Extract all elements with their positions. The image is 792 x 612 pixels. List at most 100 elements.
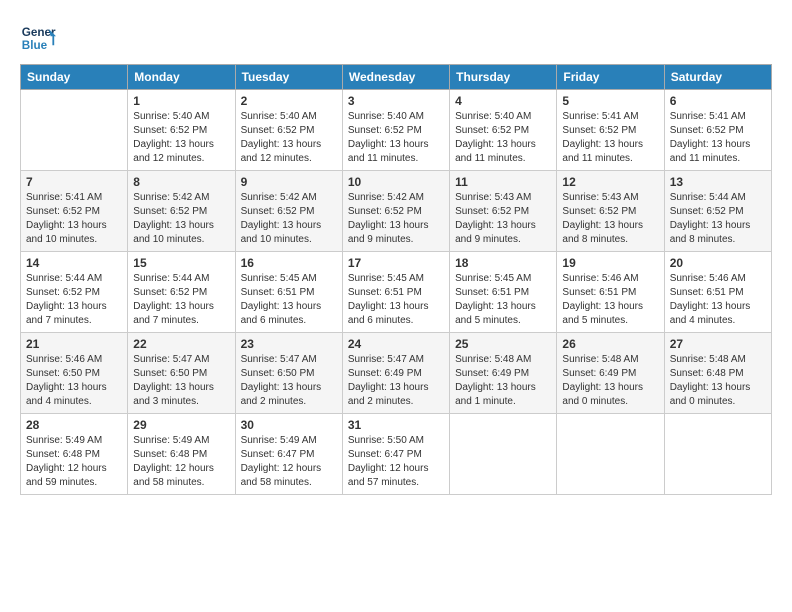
calendar-cell: 4 Sunrise: 5:40 AM Sunset: 6:52 PM Daylig… <box>450 90 557 171</box>
calendar-cell: 15 Sunrise: 5:44 AM Sunset: 6:52 PM Dayli… <box>128 252 235 333</box>
calendar-cell <box>450 414 557 495</box>
day-info: Sunrise: 5:40 AM Sunset: 6:52 PM Dayligh… <box>455 110 551 166</box>
day-number: 4 <box>455 94 551 108</box>
day-number: 3 <box>348 94 444 108</box>
calendar-cell: 19 Sunrise: 5:46 AM Sunset: 6:51 PM Dayli… <box>557 252 664 333</box>
day-number: 31 <box>348 418 444 432</box>
day-number: 2 <box>241 94 337 108</box>
day-info: Sunrise: 5:41 AM Sunset: 6:52 PM Dayligh… <box>670 110 766 166</box>
day-number: 15 <box>133 256 229 270</box>
day-info: Sunrise: 5:44 AM Sunset: 6:52 PM Dayligh… <box>26 272 122 328</box>
calendar-cell: 17 Sunrise: 5:45 AM Sunset: 6:51 PM Dayli… <box>342 252 449 333</box>
day-info: Sunrise: 5:46 AM Sunset: 6:50 PM Dayligh… <box>26 353 122 409</box>
svg-text:Blue: Blue <box>22 39 48 52</box>
calendar-cell: 1Sunrise: 5:40 AM Sunset: 6:52 PM Daylig… <box>128 90 235 171</box>
calendar-cell: 16 Sunrise: 5:45 AM Sunset: 6:51 PM Dayli… <box>235 252 342 333</box>
calendar-cell: 28 Sunrise: 5:49 AM Sunset: 6:48 PM Dayli… <box>21 414 128 495</box>
day-info: Sunrise: 5:44 AM Sunset: 6:52 PM Dayligh… <box>133 272 229 328</box>
day-number: 10 <box>348 175 444 189</box>
calendar-cell <box>557 414 664 495</box>
header-cell-thursday: Thursday <box>450 65 557 90</box>
day-number: 8 <box>133 175 229 189</box>
day-info: Sunrise: 5:46 AM Sunset: 6:51 PM Dayligh… <box>562 272 658 328</box>
day-number: 28 <box>26 418 122 432</box>
day-info: Sunrise: 5:45 AM Sunset: 6:51 PM Dayligh… <box>455 272 551 328</box>
day-number: 25 <box>455 337 551 351</box>
day-info: Sunrise: 5:49 AM Sunset: 6:48 PM Dayligh… <box>26 434 122 490</box>
calendar-cell: 23Sunrise: 5:47 AM Sunset: 6:50 PM Dayli… <box>235 333 342 414</box>
day-info: Sunrise: 5:43 AM Sunset: 6:52 PM Dayligh… <box>455 191 551 247</box>
calendar-week-5: 28 Sunrise: 5:49 AM Sunset: 6:48 PM Dayli… <box>21 414 772 495</box>
header-cell-tuesday: Tuesday <box>235 65 342 90</box>
calendar-cell: 13 Sunrise: 5:44 AM Sunset: 6:52 PM Dayli… <box>664 171 771 252</box>
calendar-cell: 22Sunrise: 5:47 AM Sunset: 6:50 PM Dayli… <box>128 333 235 414</box>
day-number: 7 <box>26 175 122 189</box>
calendar-cell: 20Sunrise: 5:46 AM Sunset: 6:51 PM Dayli… <box>664 252 771 333</box>
day-info: Sunrise: 5:47 AM Sunset: 6:50 PM Dayligh… <box>133 353 229 409</box>
day-number: 19 <box>562 256 658 270</box>
day-number: 11 <box>455 175 551 189</box>
day-number: 14 <box>26 256 122 270</box>
calendar-cell <box>664 414 771 495</box>
page-header: General Blue <box>20 20 772 56</box>
calendar-week-2: 7 Sunrise: 5:41 AM Sunset: 6:52 PM Daylig… <box>21 171 772 252</box>
day-number: 27 <box>670 337 766 351</box>
logo: General Blue <box>20 20 60 56</box>
header-cell-saturday: Saturday <box>664 65 771 90</box>
day-info: Sunrise: 5:49 AM Sunset: 6:48 PM Dayligh… <box>133 434 229 490</box>
header-row: SundayMondayTuesdayWednesdayThursdayFrid… <box>21 65 772 90</box>
calendar-cell <box>21 90 128 171</box>
day-info: Sunrise: 5:40 AM Sunset: 6:52 PM Dayligh… <box>348 110 444 166</box>
day-number: 12 <box>562 175 658 189</box>
day-number: 5 <box>562 94 658 108</box>
day-info: Sunrise: 5:43 AM Sunset: 6:52 PM Dayligh… <box>562 191 658 247</box>
day-number: 6 <box>670 94 766 108</box>
day-info: Sunrise: 5:48 AM Sunset: 6:48 PM Dayligh… <box>670 353 766 409</box>
calendar-week-4: 21 Sunrise: 5:46 AM Sunset: 6:50 PM Dayli… <box>21 333 772 414</box>
calendar-cell: 11 Sunrise: 5:43 AM Sunset: 6:52 PM Dayli… <box>450 171 557 252</box>
day-number: 18 <box>455 256 551 270</box>
calendar-cell: 30 Sunrise: 5:49 AM Sunset: 6:47 PM Dayli… <box>235 414 342 495</box>
day-number: 21 <box>26 337 122 351</box>
calendar-cell: 31 Sunrise: 5:50 AM Sunset: 6:47 PM Dayli… <box>342 414 449 495</box>
calendar-cell: 25 Sunrise: 5:48 AM Sunset: 6:49 PM Dayli… <box>450 333 557 414</box>
calendar-cell: 3 Sunrise: 5:40 AM Sunset: 6:52 PM Daylig… <box>342 90 449 171</box>
day-number: 20 <box>670 256 766 270</box>
calendar-cell: 21 Sunrise: 5:46 AM Sunset: 6:50 PM Dayli… <box>21 333 128 414</box>
calendar-cell: 27 Sunrise: 5:48 AM Sunset: 6:48 PM Dayli… <box>664 333 771 414</box>
calendar-cell: 14 Sunrise: 5:44 AM Sunset: 6:52 PM Dayli… <box>21 252 128 333</box>
header-cell-wednesday: Wednesday <box>342 65 449 90</box>
header-cell-friday: Friday <box>557 65 664 90</box>
calendar-cell: 24Sunrise: 5:47 AM Sunset: 6:49 PM Dayli… <box>342 333 449 414</box>
calendar-cell: 7 Sunrise: 5:41 AM Sunset: 6:52 PM Daylig… <box>21 171 128 252</box>
day-info: Sunrise: 5:48 AM Sunset: 6:49 PM Dayligh… <box>455 353 551 409</box>
day-number: 30 <box>241 418 337 432</box>
day-info: Sunrise: 5:45 AM Sunset: 6:51 PM Dayligh… <box>241 272 337 328</box>
day-info: Sunrise: 5:50 AM Sunset: 6:47 PM Dayligh… <box>348 434 444 490</box>
day-number: 13 <box>670 175 766 189</box>
calendar-cell: 10 Sunrise: 5:42 AM Sunset: 6:52 PM Dayli… <box>342 171 449 252</box>
calendar-header: SundayMondayTuesdayWednesdayThursdayFrid… <box>21 65 772 90</box>
calendar-cell: 9Sunrise: 5:42 AM Sunset: 6:52 PM Daylig… <box>235 171 342 252</box>
calendar-cell: 8Sunrise: 5:42 AM Sunset: 6:52 PM Daylig… <box>128 171 235 252</box>
day-number: 29 <box>133 418 229 432</box>
day-number: 9 <box>241 175 337 189</box>
calendar-cell: 29 Sunrise: 5:49 AM Sunset: 6:48 PM Dayli… <box>128 414 235 495</box>
day-number: 17 <box>348 256 444 270</box>
calendar-cell: 12 Sunrise: 5:43 AM Sunset: 6:52 PM Dayli… <box>557 171 664 252</box>
day-info: Sunrise: 5:41 AM Sunset: 6:52 PM Dayligh… <box>26 191 122 247</box>
day-info: Sunrise: 5:45 AM Sunset: 6:51 PM Dayligh… <box>348 272 444 328</box>
day-info: Sunrise: 5:48 AM Sunset: 6:49 PM Dayligh… <box>562 353 658 409</box>
calendar-table: SundayMondayTuesdayWednesdayThursdayFrid… <box>20 64 772 495</box>
day-number: 1 <box>133 94 229 108</box>
header-cell-monday: Monday <box>128 65 235 90</box>
day-info: Sunrise: 5:44 AM Sunset: 6:52 PM Dayligh… <box>670 191 766 247</box>
day-info: Sunrise: 5:49 AM Sunset: 6:47 PM Dayligh… <box>241 434 337 490</box>
day-number: 16 <box>241 256 337 270</box>
calendar-cell: 6 Sunrise: 5:41 AM Sunset: 6:52 PM Daylig… <box>664 90 771 171</box>
calendar-cell: 26Sunrise: 5:48 AM Sunset: 6:49 PM Dayli… <box>557 333 664 414</box>
day-info: Sunrise: 5:42 AM Sunset: 6:52 PM Dayligh… <box>348 191 444 247</box>
calendar-week-3: 14 Sunrise: 5:44 AM Sunset: 6:52 PM Dayli… <box>21 252 772 333</box>
calendar-body: 1 Sunrise: 5:40 AM Sunset: 6:52 PM Daylig… <box>21 90 772 495</box>
day-info: Sunrise: 5:47 AM Sunset: 6:50 PM Dayligh… <box>241 353 337 409</box>
